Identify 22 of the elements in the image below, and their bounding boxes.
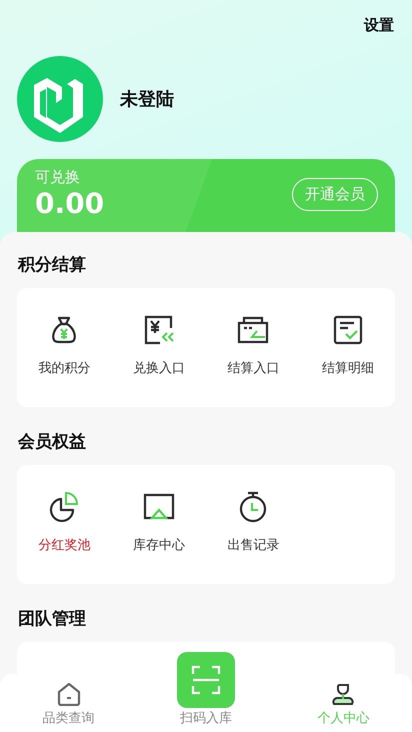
- checklist-icon: [332, 314, 364, 346]
- points-label: 可兑换: [35, 168, 81, 186]
- section-title: 积分结算: [18, 254, 87, 277]
- tab[interactable]: 扫码入库: [137, 652, 275, 732]
- tab[interactable]: 品类查询: [0, 674, 138, 732]
- card-reader-icon: [237, 314, 270, 346]
- section-title: 会员权益: [18, 431, 87, 454]
- menu-item[interactable]: 结算明细: [300, 314, 395, 381]
- points-value: 0.00: [35, 186, 104, 220]
- home-icon: [56, 682, 81, 706]
- pie-chart-icon: [48, 491, 80, 523]
- menu-item[interactable]: 兑换入口: [112, 314, 206, 381]
- section-title: 团队管理: [18, 608, 87, 631]
- menu-item[interactable]: 我的积分: [17, 314, 112, 381]
- menu-item[interactable]: 库存中心: [112, 491, 206, 558]
- menu-item[interactable]: 出售记录: [206, 491, 300, 558]
- user-icon: [331, 682, 356, 706]
- menu-item[interactable]: 结算入口: [206, 314, 300, 381]
- settings-button[interactable]: 设置: [364, 16, 394, 35]
- yen-exchange-icon: [142, 314, 175, 346]
- menu-item[interactable]: 分红奖池: [17, 491, 112, 558]
- username: 未登陆: [120, 88, 174, 111]
